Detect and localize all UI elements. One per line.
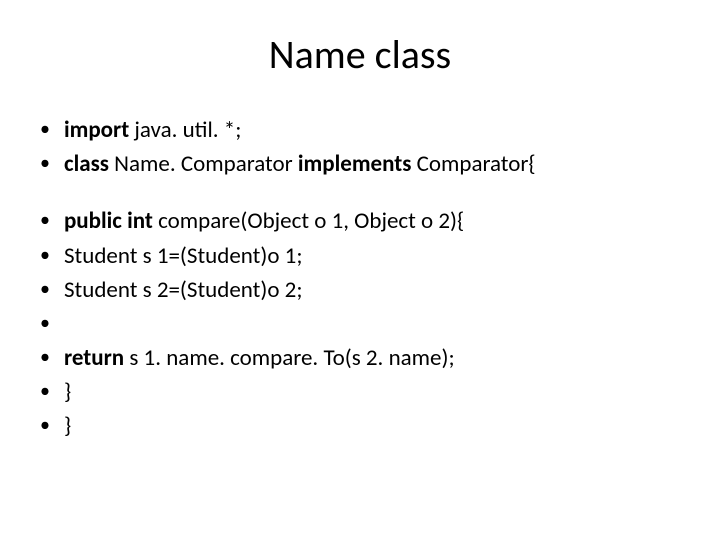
code-text: Name. Comparator [109, 150, 298, 178]
bullet-marker: • [40, 205, 50, 235]
keyword-class: class [64, 150, 109, 178]
bullet-text: import java. util. *; [64, 114, 680, 146]
code-text: java. util. *; [129, 116, 241, 144]
bullet-marker: • [40, 376, 50, 406]
bullet-line-empty: • [40, 308, 680, 340]
bullet-line: • Student s 1=(Student)o 1; [40, 240, 680, 272]
code-text: s 1. name. compare. To(s 2. name); [124, 344, 454, 372]
keyword-return: return [64, 344, 124, 372]
bullet-text: public int compare(Object o 1, Object o … [64, 205, 680, 237]
bullet-text: Student s 2=(Student)o 2; [64, 274, 680, 306]
slide-title: Name class [40, 30, 680, 79]
bullet-line: • public int compare(Object o 1, Object … [40, 205, 680, 237]
bullet-line: • class Name. Comparator implements Comp… [40, 148, 680, 180]
code-text: Comparator{ [411, 150, 535, 178]
bullet-group-1: • import java. util. *; • class Name. Co… [40, 114, 680, 180]
bullet-line: • Student s 2=(Student)o 2; [40, 274, 680, 306]
bullet-line: • } [40, 410, 680, 442]
bullet-marker: • [40, 410, 50, 440]
bullet-marker: • [40, 240, 50, 270]
keyword-implements: implements [298, 150, 412, 178]
bullet-group-2: • public int compare(Object o 1, Object … [40, 205, 680, 442]
bullet-marker: • [40, 114, 50, 144]
bullet-marker: • [40, 342, 50, 372]
bullet-text: } [64, 410, 680, 442]
code-text: compare(Object o 1, Object o 2){ [153, 207, 464, 235]
bullet-marker: • [40, 148, 50, 178]
bullet-text: class Name. Comparator implements Compar… [64, 148, 680, 180]
bullet-line: • import java. util. *; [40, 114, 680, 146]
bullet-line: • return s 1. name. compare. To(s 2. nam… [40, 342, 680, 374]
slide-content: • import java. util. *; • class Name. Co… [40, 114, 680, 443]
keyword-public-int: public int [64, 207, 153, 235]
keyword-import: import [64, 116, 129, 144]
bullet-text: Student s 1=(Student)o 1; [64, 240, 680, 272]
bullet-text: return s 1. name. compare. To(s 2. name)… [64, 342, 680, 374]
bullet-marker: • [40, 308, 50, 338]
bullet-line: • } [40, 376, 680, 408]
bullet-text: } [64, 376, 680, 408]
bullet-marker: • [40, 274, 50, 304]
